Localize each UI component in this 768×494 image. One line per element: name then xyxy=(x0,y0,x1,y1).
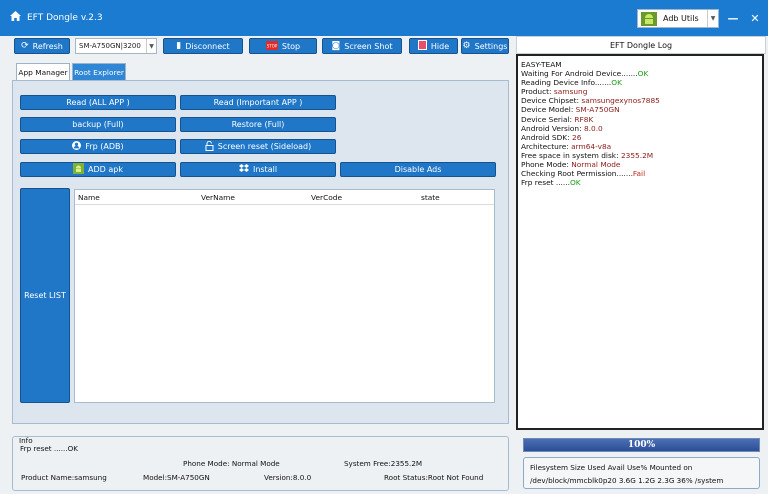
device-model-select[interactable]: SM-A750GN|3200 ▼ xyxy=(75,38,157,54)
log-line: Waiting For Android Device.......OK xyxy=(521,69,649,79)
info-root-status: Root Status:Root Not Found xyxy=(384,473,484,482)
info-frp: Frp reset ......OK xyxy=(20,444,78,453)
info-phone-mode: Phone Mode: Normal Mode xyxy=(183,459,280,468)
settings-label: Settings xyxy=(474,41,508,51)
log-line: Device Chipset: samsungexynos7885 xyxy=(521,96,660,106)
disconnect-label: Disconnect xyxy=(185,41,230,51)
log-line: Checking Root Permission.......Fail xyxy=(521,169,646,179)
android-icon xyxy=(641,11,657,26)
log-line: EASY-TEAM xyxy=(521,60,562,69)
column-state[interactable]: state xyxy=(421,193,440,202)
progress-label: 100% xyxy=(627,440,656,450)
android-icon xyxy=(73,163,85,176)
hide-label: Hide xyxy=(430,41,450,51)
log-line: Frp reset ......OK xyxy=(521,178,581,188)
minimize-button[interactable]: — xyxy=(726,11,740,25)
camera-icon: ◙ xyxy=(331,41,341,51)
install-button[interactable]: Install xyxy=(180,162,336,177)
home-icon xyxy=(10,11,21,24)
filesystem-row: /dev/block/mmcblk0p20 3.6G 1.2G 2.3G 36%… xyxy=(530,476,724,485)
device-model-value: SM-A750GN|3200 xyxy=(79,42,141,50)
table-header: Name VerName VerCode state xyxy=(75,190,494,205)
stop-button[interactable]: STOP Stop xyxy=(249,38,317,54)
screenshot-button[interactable]: ◙ Screen Shot xyxy=(322,38,402,54)
log-line: Reading Device Info.......OK xyxy=(521,78,622,88)
svg-text:STOP: STOP xyxy=(267,43,278,48)
refresh-button[interactable]: ⟳ Refresh xyxy=(14,38,70,54)
info-panel: Info Frp reset ......OK Phone Mode: Norm… xyxy=(12,436,509,491)
log-title: EFT Dongle Log xyxy=(516,36,766,54)
read-important-app-button[interactable]: Read (Important APP ) xyxy=(180,95,336,110)
window-title-text: EFT Dongle v.2.3 xyxy=(27,12,103,23)
log-line: Device Model: SM-A750GN xyxy=(521,105,620,115)
column-vername[interactable]: VerName xyxy=(201,193,235,202)
read-all-app-button[interactable]: Read (ALL APP ) xyxy=(20,95,176,110)
tab-root-explorer[interactable]: Root Explorer xyxy=(72,63,126,81)
log-line: Architecture: arm64-v8a xyxy=(521,141,612,151)
column-name[interactable]: Name xyxy=(78,193,100,202)
disconnect-icon: ▮ xyxy=(176,41,182,51)
info-version: Version:8.0.0 xyxy=(264,473,312,482)
log-line: Free space in system disk: 2355.2M xyxy=(521,150,654,160)
window-title: EFT Dongle v.2.3 xyxy=(10,11,103,24)
refresh-label: Refresh xyxy=(32,41,63,51)
close-button[interactable]: ✕ xyxy=(748,11,762,25)
adb-utils-label: Adb Utils xyxy=(663,14,699,23)
column-vercode[interactable]: VerCode xyxy=(311,193,342,202)
log-line: Device Serial: RF8K xyxy=(521,114,594,124)
stop-label: Stop xyxy=(281,41,301,51)
add-apk-button[interactable]: ADD apk xyxy=(20,162,176,177)
progress-bar: 100% xyxy=(523,438,760,452)
adb-utils-dropdown[interactable]: Adb Utils ▼ xyxy=(637,9,719,28)
hide-button[interactable]: Hide xyxy=(409,38,458,54)
info-model: Model:SM-A750GN xyxy=(143,473,210,482)
app-table[interactable]: Name VerName VerCode state xyxy=(74,189,495,403)
settings-button[interactable]: ⚙ Settings xyxy=(461,38,509,54)
stop-icon: STOP xyxy=(265,40,278,52)
gear-icon: ⚙ xyxy=(462,41,471,51)
dropbox-icon xyxy=(238,164,249,175)
info-product-name: Product Name:samsung xyxy=(21,473,107,482)
filesystem-header: Filesystem Size Used Avail Use% Mounted … xyxy=(530,463,693,472)
reset-list-button[interactable]: Reset LIST xyxy=(20,188,70,403)
frp-adb-button[interactable]: Frp (ADB) xyxy=(20,139,176,154)
screen-reset-button[interactable]: Screen reset (Sideload) xyxy=(180,139,336,154)
tab-app-manager[interactable]: App Manager xyxy=(16,63,70,81)
disable-ads-button[interactable]: Disable Ads xyxy=(340,162,496,177)
refresh-icon: ⟳ xyxy=(21,41,29,51)
title-bar: EFT Dongle v.2.3 Adb Utils ▼ — ✕ xyxy=(0,0,768,36)
log-line: Product: samsung xyxy=(521,87,588,97)
log-output[interactable]: EASY-TEAM Waiting For Android Device....… xyxy=(516,54,764,430)
info-system-free: System Free:2355.2M xyxy=(344,459,423,468)
restore-full-button[interactable]: Restore (Full) xyxy=(180,117,336,132)
log-line: Phone Mode: Normal Mode xyxy=(521,160,621,170)
chevron-down-icon: ▼ xyxy=(146,39,156,53)
log-line: Android SDK: 26 xyxy=(521,132,582,142)
screenshot-label: Screen Shot xyxy=(344,41,393,51)
disconnect-button[interactable]: ▮ Disconnect xyxy=(163,38,243,54)
log-line: Android Version: 8.0.0 xyxy=(521,123,603,133)
filesystem-panel: Filesystem Size Used Avail Use% Mounted … xyxy=(523,457,760,489)
user-icon xyxy=(72,141,82,152)
hide-icon xyxy=(417,40,427,52)
unlock-icon xyxy=(205,140,214,153)
chevron-down-icon[interactable]: ▼ xyxy=(707,10,718,27)
backup-full-button[interactable]: backup (Full) xyxy=(20,117,176,132)
